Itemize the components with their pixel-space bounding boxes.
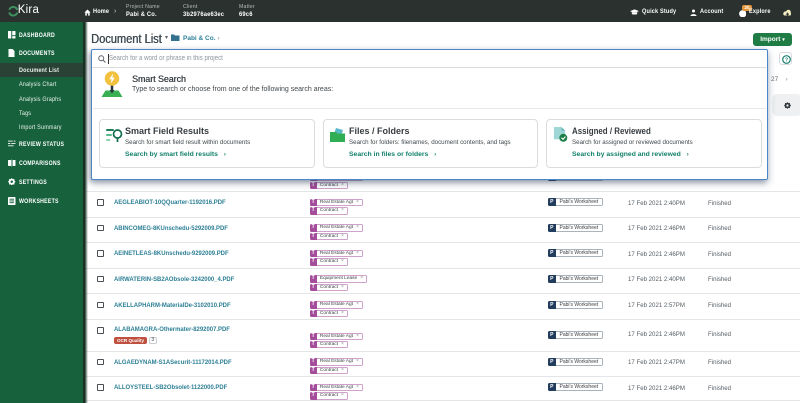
svg-text:?: ? — [784, 57, 787, 63]
